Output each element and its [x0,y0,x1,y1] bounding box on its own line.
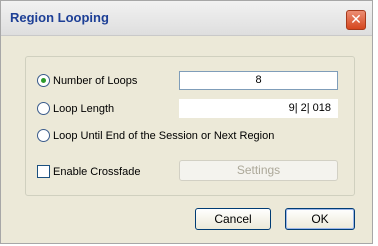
number-of-loops-field[interactable]: 8 [179,71,338,90]
number-of-loops-radio[interactable] [37,74,50,87]
loop-length-radio[interactable] [37,102,50,115]
region-looping-dialog: Region Looping ✕ Number of Loops 8 Loop … [0,0,373,244]
dialog-title: Region Looping [10,10,109,25]
loop-until-end-radio[interactable] [37,129,50,142]
ok-button[interactable]: OK [285,208,355,230]
enable-crossfade-checkbox[interactable] [37,165,50,178]
title-bar[interactable]: Region Looping ✕ [1,1,372,36]
loop-until-end-label: Loop Until End of the Session or Next Re… [53,130,275,142]
settings-button: Settings [179,160,338,181]
loop-length-label: Loop Length [53,103,115,115]
loop-length-field[interactable]: 9| 2| 018 [179,99,338,118]
cancel-button[interactable]: Cancel [195,208,271,230]
enable-crossfade-label: Enable Crossfade [53,166,141,178]
number-of-loops-label: Number of Loops [53,75,138,87]
close-icon[interactable]: ✕ [346,10,366,30]
